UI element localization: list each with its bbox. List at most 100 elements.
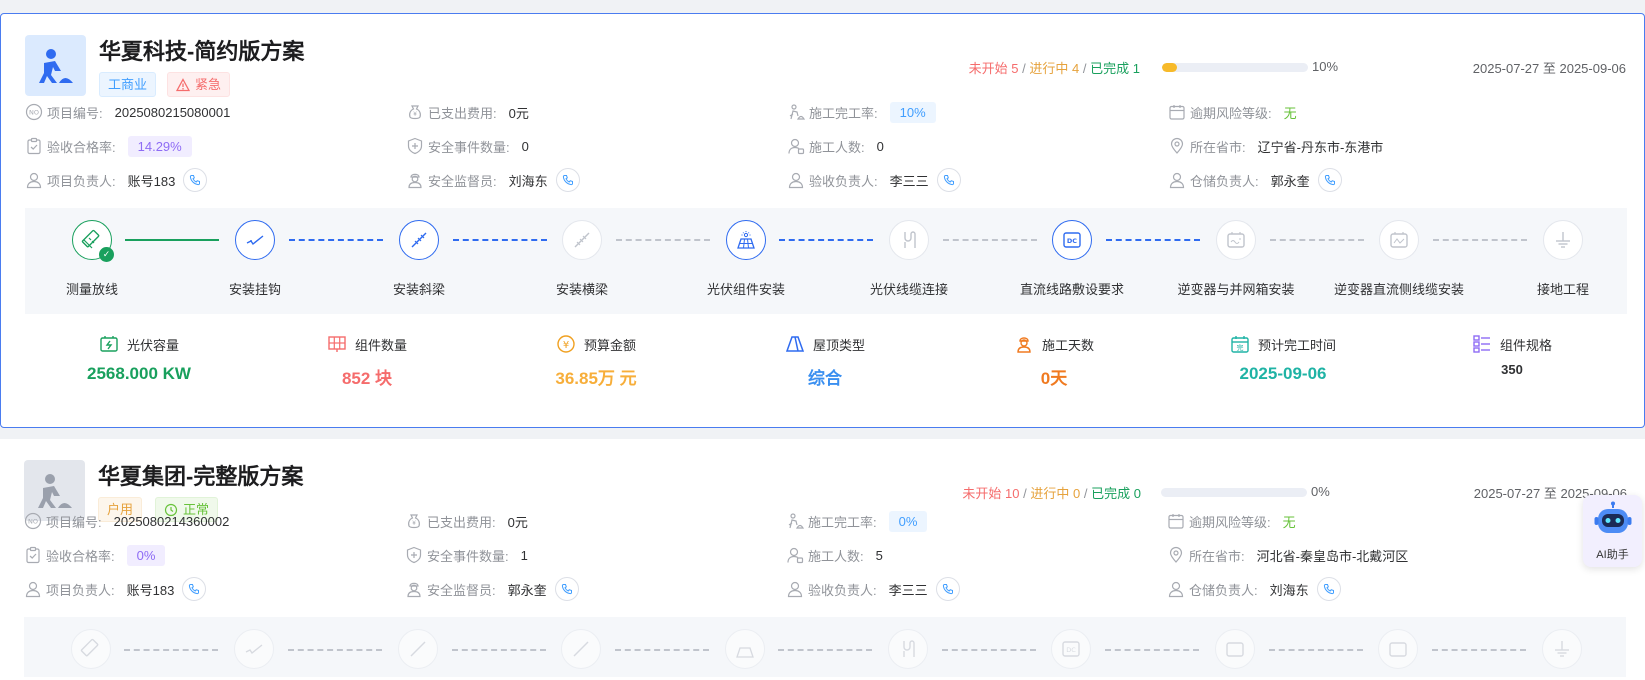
project-avatar <box>25 35 86 96</box>
step-ground[interactable]: 接地工程 <box>1493 220 1633 298</box>
call-acceptance-officer-button[interactable] <box>935 577 960 601</box>
hook-icon <box>246 235 264 246</box>
project-card[interactable]: 华夏集团-完整版方案 户用 正常 未开始 10 / 进行中 0 / 已完成 0 … <box>0 439 1645 680</box>
battery-charge-icon <box>100 336 118 352</box>
step-solar-panel[interactable] <box>675 629 815 669</box>
inverter-icon <box>1227 232 1245 248</box>
count-separator: / <box>1023 486 1027 501</box>
step-solar-panel[interactable]: 光伏组件安装 <box>676 220 816 298</box>
phone-icon <box>561 584 572 595</box>
solar-panel-icon <box>737 231 755 249</box>
phone-icon <box>1323 584 1334 595</box>
overdue-risk-field: 逾期风险等级: 无 <box>1168 100 1297 124</box>
project-card[interactable]: 华夏科技-简约版方案 工商业 紧急 未开始 5 / 进行中 4 / 已完成 1 … <box>0 13 1645 428</box>
ground-icon <box>1555 641 1569 657</box>
svg-text:DC: DC <box>1067 237 1077 245</box>
step-inverter[interactable] <box>1165 629 1305 669</box>
clipboard-check-icon <box>24 546 42 564</box>
step-cable[interactable] <box>838 629 978 669</box>
step-cross-beam[interactable] <box>511 629 651 669</box>
project-title: 华夏科技-简约版方案 <box>99 39 305 64</box>
cross-beam-icon <box>574 232 590 248</box>
progress-text: 10% <box>1312 59 1339 74</box>
manager-field: 项目负责人: 账号183 <box>25 168 208 192</box>
project-status-tag: 紧急 <box>167 72 231 97</box>
step-ground[interactable] <box>1492 629 1632 669</box>
call-safety-officer-button[interactable] <box>554 577 579 601</box>
step-slant-beam[interactable]: 安装斜梁 <box>349 220 489 298</box>
project-status-label: 紧急 <box>195 77 222 92</box>
step-inverter[interactable]: 逆变器与并网箱安装 <box>1166 220 1306 298</box>
acceptance-rate-field: 验收合格率: 0% <box>24 543 166 567</box>
worker-icon <box>37 473 72 508</box>
step-hook[interactable] <box>184 629 324 669</box>
step-slant-beam[interactable] <box>348 629 488 669</box>
call-acceptance-officer-button[interactable] <box>936 168 961 192</box>
step-dc[interactable]: DC 直流线路敷设要求 <box>1002 220 1142 298</box>
measure-icon <box>80 638 99 657</box>
construction-icon <box>787 103 805 121</box>
call-safety-officer-button[interactable] <box>555 168 580 192</box>
ai-assistant-label: AI助手 <box>1596 549 1629 561</box>
inverter-dc-icon <box>1390 232 1408 248</box>
project-progress-bar <box>1161 488 1307 497</box>
hook-icon <box>245 644 263 655</box>
phone-icon <box>1324 175 1335 186</box>
step-cable[interactable]: 光伏线缆连接 <box>839 220 979 298</box>
storage-officer-field: 仓储负责人: 郭永奎 <box>1168 168 1342 192</box>
completion-rate-field: 施工完工率: 10% <box>787 100 936 124</box>
step-inverter-dc[interactable] <box>1328 629 1468 669</box>
svg-text:¥: ¥ <box>412 521 416 527</box>
storage-officer-field: 仓储负责人: 刘海东 <box>1167 577 1341 601</box>
dc-icon: DC <box>1062 641 1080 657</box>
safety-events-field: 安全事件数量: 1 <box>405 543 528 567</box>
task-counts: 未开始 10 / 进行中 0 / 已完成 0 <box>962 483 1141 502</box>
phone-icon <box>943 175 954 186</box>
construction-icon <box>786 512 804 530</box>
done-count: 已完成 0 <box>1091 486 1141 501</box>
worker-icon <box>38 48 73 83</box>
step-hook[interactable]: 安装挂钩 <box>185 220 325 298</box>
call-storage-officer-button[interactable] <box>1316 577 1341 601</box>
no-icon: NO <box>25 103 43 121</box>
call-manager-button[interactable] <box>183 168 208 192</box>
calendar-icon <box>1168 103 1186 121</box>
svg-text:¥: ¥ <box>413 112 417 118</box>
date-range: 2025-07-27 至 2025-09-06 <box>1472 61 1626 76</box>
phone-icon <box>942 584 953 595</box>
call-manager-button[interactable] <box>182 577 207 601</box>
inverter-icon <box>1226 642 1244 657</box>
manager-field: 项目负责人: 账号183 <box>24 577 207 601</box>
step-measure[interactable]: ✓ 测量放线 <box>22 220 162 298</box>
metric-budget: ¥ 预算金额 36.85万 元 <box>486 334 706 389</box>
not-started-count: 未开始 10 <box>962 486 1020 501</box>
user-icon <box>786 580 804 598</box>
cable-icon <box>903 640 915 657</box>
region-field: 所在省市: 辽宁省-丹东市-东港市 <box>1168 134 1383 158</box>
svg-text:NO: NO <box>29 109 39 117</box>
acceptance-rate-badge: 14.29% <box>127 135 192 157</box>
step-measure[interactable] <box>21 629 161 669</box>
metric-days: 施工天数 0天 <box>944 334 1164 389</box>
shield-icon <box>406 137 424 155</box>
project-type-tag: 工商业 <box>99 72 157 97</box>
safety-officer-field: 安全监督员: 刘海东 <box>406 168 580 192</box>
completion-rate-badge: 0% <box>888 510 928 532</box>
ai-assistant-button[interactable]: AI助手 <box>1583 495 1642 567</box>
project-progress-bar <box>1162 63 1308 72</box>
step-inverter-dc[interactable]: 逆变器直流侧线缆安装 <box>1329 220 1469 298</box>
acceptance-officer-field: 验收负责人: 李三三 <box>786 577 960 601</box>
in-progress-count: 进行中 4 <box>1029 61 1080 76</box>
project-type-label: 工商业 <box>108 77 148 92</box>
user-icon <box>1167 580 1185 598</box>
step-dc[interactable]: DC <box>1001 629 1141 669</box>
phone-icon <box>189 584 200 595</box>
metric-modules: 组件数量 852 块 <box>257 334 477 389</box>
solar-panel-icon <box>736 647 754 658</box>
metric-roof: 屋顶类型 综合 <box>715 334 935 389</box>
cable-icon <box>904 231 916 248</box>
step-cross-beam[interactable]: 安装横梁 <box>512 220 652 298</box>
in-progress-count: 进行中 0 <box>1030 486 1081 501</box>
calendar-done-icon: 完 <box>1231 336 1249 353</box>
call-storage-officer-button[interactable] <box>1317 168 1342 192</box>
